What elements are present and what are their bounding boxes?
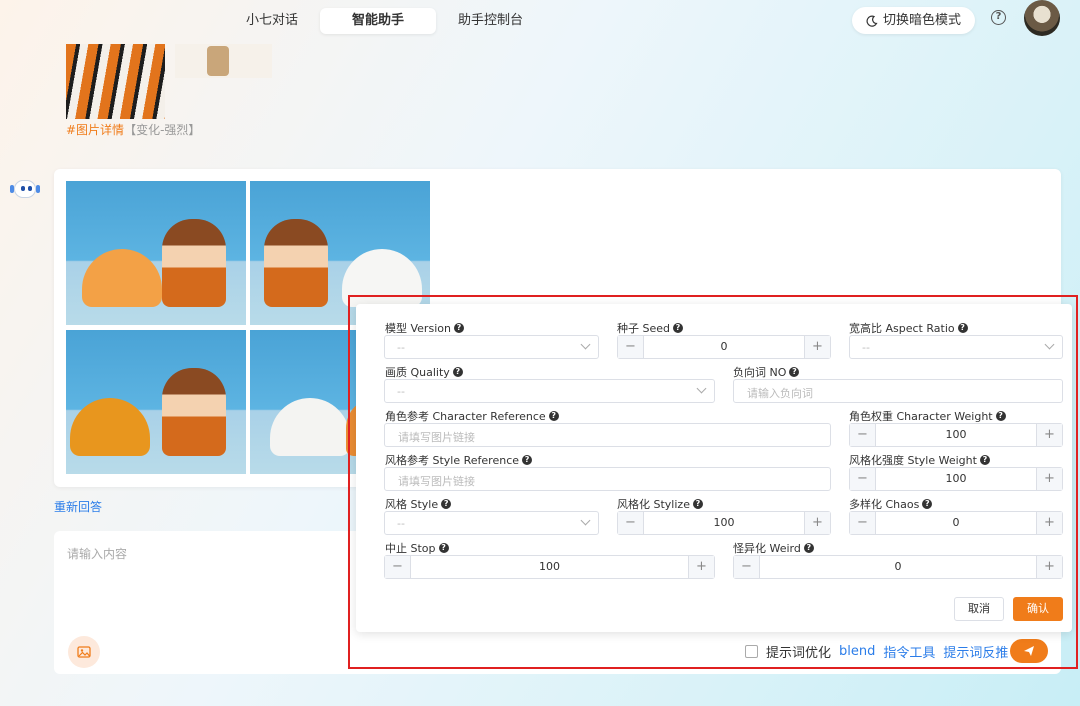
regenerate-link[interactable]: 重新回答: [54, 498, 102, 515]
style-reference-input[interactable]: 请填写图片链接: [384, 467, 831, 491]
help-icon[interactable]: ?: [522, 455, 533, 465]
history-image-thumbnail[interactable]: [66, 44, 165, 119]
stop-value[interactable]: 100: [411, 556, 688, 578]
chaos-label: 多样化 Chaos?: [849, 496, 933, 512]
aspect-ratio-select[interactable]: --: [849, 335, 1063, 359]
help-icon[interactable]: ?: [673, 323, 683, 333]
help-icon[interactable]: ?: [957, 323, 968, 333]
confirm-button[interactable]: 确认: [1013, 597, 1063, 621]
help-icon[interactable]: ?: [438, 543, 449, 553]
character-reference-label: 角色参考 Character Reference?: [385, 408, 559, 424]
stop-stepper[interactable]: −100 +: [384, 555, 715, 579]
tab-assistant-console[interactable]: 助手控制台: [442, 8, 539, 34]
top-nav: 小七对话 智能助手 助手控制台: [230, 8, 539, 34]
help-icon[interactable]: ?: [453, 323, 464, 333]
seed-label: 种子 Seed?: [617, 320, 683, 336]
weird-value[interactable]: 0: [760, 556, 1036, 578]
composer-placeholder: 请输入内容: [67, 547, 128, 561]
increment-button[interactable]: +: [688, 556, 714, 578]
dark-mode-toggle-button[interactable]: 切换暗色模式: [852, 7, 976, 34]
weird-label: 怪异化 Weird?: [733, 540, 814, 556]
help-icon[interactable]: ?: [548, 411, 559, 421]
image-detail-tag[interactable]: #图片详情: [66, 123, 124, 137]
decrement-button[interactable]: −: [850, 468, 876, 490]
increment-button[interactable]: +: [804, 512, 830, 534]
style-weight-value[interactable]: 100: [876, 468, 1036, 490]
character-weight-value[interactable]: 100: [876, 424, 1036, 446]
seed-value[interactable]: 0: [644, 336, 804, 358]
chaos-stepper[interactable]: −0 +: [849, 511, 1063, 535]
negative-prompt-label: 负向词 NO?: [733, 364, 800, 380]
decrement-button[interactable]: −: [618, 336, 644, 358]
quality-label: 画质 Quality?: [385, 364, 463, 380]
help-icon[interactable]: ?: [803, 543, 814, 553]
history-image-thumbnail[interactable]: [175, 44, 272, 78]
help-icon[interactable]: ?: [452, 367, 463, 377]
chevron-down-icon: [580, 515, 591, 526]
image-upload-button[interactable]: [68, 636, 100, 668]
chevron-down-icon: [580, 339, 591, 350]
weird-stepper[interactable]: −0 +: [733, 555, 1063, 579]
help-icon[interactable]: ?: [441, 499, 452, 509]
chevron-down-icon: [696, 383, 707, 394]
character-weight-stepper[interactable]: −100 +: [849, 423, 1063, 447]
cancel-button[interactable]: 取消: [954, 597, 1004, 621]
variation-meta: 【变化-强烈】: [124, 123, 201, 137]
help-icon[interactable]: ?: [991, 10, 1006, 25]
decrement-button[interactable]: −: [850, 512, 876, 534]
stylize-stepper[interactable]: −100 +: [617, 511, 831, 535]
increment-button[interactable]: +: [1036, 556, 1062, 578]
increment-button[interactable]: +: [1036, 424, 1062, 446]
quality-select[interactable]: --: [384, 379, 715, 403]
style-weight-stepper[interactable]: −100 +: [849, 467, 1063, 491]
decrement-button[interactable]: −: [385, 556, 411, 578]
generated-image[interactable]: [66, 181, 246, 325]
avatar[interactable]: [1024, 0, 1060, 36]
decrement-button[interactable]: −: [734, 556, 760, 578]
tab-smart-assistant[interactable]: 智能助手: [320, 8, 437, 34]
generated-image[interactable]: [66, 330, 246, 474]
stylize-value[interactable]: 100: [644, 512, 804, 534]
version-select[interactable]: --: [384, 335, 599, 359]
style-select[interactable]: --: [384, 511, 599, 535]
help-icon[interactable]: ?: [995, 411, 1006, 421]
version-label: 模型 Version?: [385, 320, 464, 336]
aspect-ratio-label: 宽高比 Aspect Ratio?: [849, 320, 968, 336]
stylize-label: 风格化 Stylize?: [617, 496, 703, 512]
help-icon[interactable]: ?: [789, 367, 800, 377]
stop-label: 中止 Stop?: [385, 540, 449, 556]
bot-avatar-icon: [10, 176, 40, 204]
increment-button[interactable]: +: [1036, 512, 1062, 534]
moon-icon: [866, 15, 878, 27]
style-label: 风格 Style?: [385, 496, 452, 512]
help-icon[interactable]: ?: [692, 499, 703, 509]
tab-xiaoqi-chat[interactable]: 小七对话: [230, 8, 314, 34]
chevron-down-icon: [1044, 339, 1055, 350]
seed-stepper[interactable]: −0 +: [617, 335, 831, 359]
decrement-button[interactable]: −: [618, 512, 644, 534]
character-reference-input[interactable]: 请填写图片链接: [384, 423, 831, 447]
character-weight-label: 角色权重 Character Weight?: [849, 408, 1006, 424]
image-icon: [77, 646, 91, 658]
history-hash-line: #图片详情【变化-强烈】: [66, 121, 200, 138]
style-reference-label: 风格参考 Style Reference?: [385, 452, 533, 468]
dark-mode-label: 切换暗色模式: [883, 13, 962, 28]
increment-button[interactable]: +: [804, 336, 830, 358]
chaos-value[interactable]: 0: [876, 512, 1036, 534]
decrement-button[interactable]: −: [850, 424, 876, 446]
negative-prompt-input[interactable]: 请输入负向词: [733, 379, 1063, 403]
help-icon[interactable]: ?: [922, 499, 933, 509]
increment-button[interactable]: +: [1036, 468, 1062, 490]
help-icon[interactable]: ?: [979, 455, 990, 465]
style-weight-label: 风格化强度 Style Weight?: [849, 452, 990, 468]
